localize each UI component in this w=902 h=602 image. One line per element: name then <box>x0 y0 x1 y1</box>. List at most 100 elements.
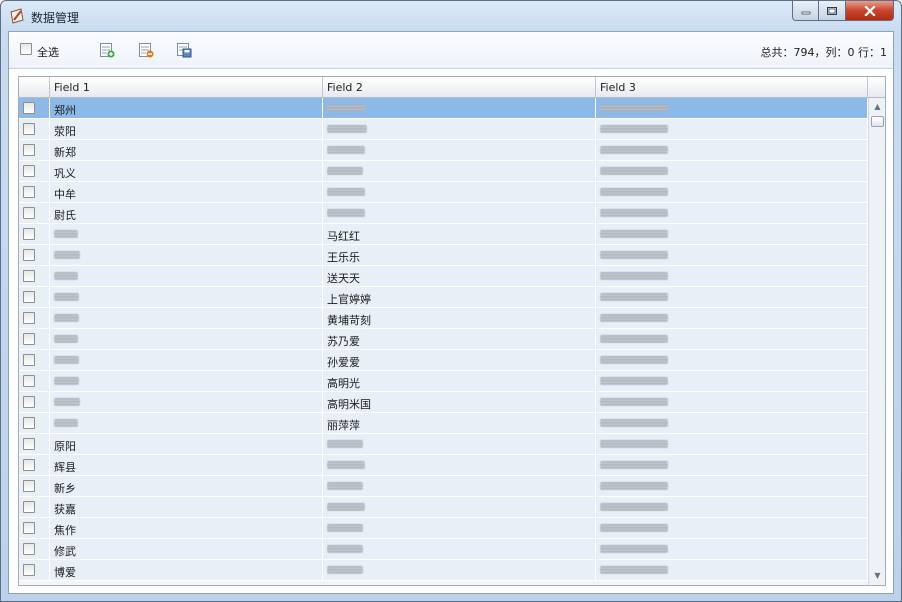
table-cell-field-3[interactable] <box>596 161 868 181</box>
table-cell-field-1[interactable]: 中牟 <box>50 182 323 202</box>
table-cell-field-2[interactable]: 送天天 <box>323 266 596 286</box>
row-checkbox[interactable] <box>23 123 35 135</box>
header-field-1[interactable]: Field 1 <box>50 77 323 98</box>
table-cell-field-2[interactable] <box>323 140 596 160</box>
table-cell-field-2[interactable] <box>323 161 596 181</box>
table-row[interactable]: 马红红 <box>19 224 868 245</box>
row-checkbox[interactable] <box>23 228 35 240</box>
table-cell-field-2[interactable]: 上官婷婷 <box>323 287 596 307</box>
header-field-3[interactable]: Field 3 <box>596 77 868 98</box>
table-cell-field-3[interactable] <box>596 266 868 286</box>
table-cell-field-3[interactable] <box>596 182 868 202</box>
table-row[interactable]: 中牟 <box>19 182 868 203</box>
table-cell-field-1[interactable] <box>50 371 323 391</box>
close-button[interactable] <box>846 1 894 21</box>
table-row[interactable]: 丽萍萍 <box>19 413 868 434</box>
table-row[interactable]: 新乡 <box>19 476 868 497</box>
table-row[interactable]: 辉县 <box>19 455 868 476</box>
header-checkbox-column[interactable] <box>19 77 50 98</box>
table-cell-field-2[interactable] <box>323 203 596 223</box>
table-cell-field-1[interactable] <box>50 287 323 307</box>
table-cell-field-1[interactable]: 尉氏 <box>50 203 323 223</box>
table-cell-field-3[interactable] <box>596 308 868 328</box>
row-checkbox[interactable] <box>23 564 35 576</box>
table-cell-field-2[interactable] <box>323 119 596 139</box>
maximize-button[interactable] <box>819 1 846 21</box>
add-record-icon[interactable] <box>99 42 115 58</box>
table-cell-field-2[interactable] <box>323 455 596 475</box>
table-cell-field-2[interactable]: 黄埔苛刻 <box>323 308 596 328</box>
table-row[interactable]: 巩义 <box>19 161 868 182</box>
table-cell-field-3[interactable] <box>596 203 868 223</box>
table-cell-field-3[interactable] <box>596 119 868 139</box>
table-row[interactable]: 郑州 <box>19 98 868 119</box>
scroll-down-icon[interactable]: ▼ <box>871 569 884 583</box>
row-checkbox[interactable] <box>23 501 35 513</box>
row-checkbox[interactable] <box>23 333 35 345</box>
table-cell-field-1[interactable] <box>50 392 323 412</box>
table-cell-field-2[interactable] <box>323 476 596 496</box>
table-cell-field-3[interactable] <box>596 371 868 391</box>
table-cell-field-3[interactable] <box>596 329 868 349</box>
row-checkbox[interactable] <box>23 186 35 198</box>
table-row[interactable]: 送天天 <box>19 266 868 287</box>
row-checkbox[interactable] <box>23 459 35 471</box>
table-cell-field-1[interactable]: 郑州 <box>50 98 323 118</box>
table-cell-field-3[interactable] <box>596 224 868 244</box>
table-row[interactable]: 黄埔苛刻 <box>19 308 868 329</box>
table-cell-field-2[interactable]: 苏乃爱 <box>323 329 596 349</box>
table-row[interactable]: 王乐乐 <box>19 245 868 266</box>
table-cell-field-1[interactable]: 新乡 <box>50 476 323 496</box>
table-cell-field-2[interactable]: 丽萍萍 <box>323 413 596 433</box>
header-field-2[interactable]: Field 2 <box>323 77 596 98</box>
table-cell-field-1[interactable]: 焦作 <box>50 518 323 538</box>
table-cell-field-3[interactable] <box>596 476 868 496</box>
row-checkbox[interactable] <box>23 522 35 534</box>
row-checkbox[interactable] <box>23 480 35 492</box>
table-row[interactable]: 孙爱爱 <box>19 350 868 371</box>
table-row[interactable]: 高明光 <box>19 371 868 392</box>
row-checkbox[interactable] <box>23 291 35 303</box>
save-record-icon[interactable] <box>176 42 192 58</box>
row-checkbox[interactable] <box>23 543 35 555</box>
table-row[interactable]: 荥阳 <box>19 119 868 140</box>
table-row[interactable]: 新郑 <box>19 140 868 161</box>
table-cell-field-2[interactable] <box>323 434 596 454</box>
table-cell-field-2[interactable] <box>323 182 596 202</box>
table-cell-field-2[interactable] <box>323 98 596 118</box>
table-cell-field-3[interactable] <box>596 413 868 433</box>
table-cell-field-1[interactable] <box>50 266 323 286</box>
table-cell-field-1[interactable] <box>50 308 323 328</box>
table-row[interactable]: 苏乃爱 <box>19 329 868 350</box>
table-row[interactable]: 高明米国 <box>19 392 868 413</box>
select-all-label[interactable]: 全选 <box>37 44 59 60</box>
row-checkbox[interactable] <box>23 207 35 219</box>
table-row[interactable]: 获嘉 <box>19 497 868 518</box>
table-cell-field-3[interactable] <box>596 560 868 580</box>
minimize-button[interactable] <box>792 1 819 21</box>
table-cell-field-3[interactable] <box>596 350 868 370</box>
table-cell-field-1[interactable] <box>50 245 323 265</box>
table-cell-field-3[interactable] <box>596 140 868 160</box>
table-cell-field-2[interactable]: 孙爱爱 <box>323 350 596 370</box>
table-cell-field-1[interactable] <box>50 329 323 349</box>
row-checkbox[interactable] <box>23 438 35 450</box>
table-row[interactable]: 博爱 <box>19 560 868 581</box>
table-cell-field-1[interactable]: 巩义 <box>50 161 323 181</box>
row-checkbox[interactable] <box>23 102 35 114</box>
row-checkbox[interactable] <box>23 165 35 177</box>
table-cell-field-3[interactable] <box>596 434 868 454</box>
table-cell-field-3[interactable] <box>596 98 868 118</box>
table-cell-field-3[interactable] <box>596 539 868 559</box>
table-cell-field-1[interactable]: 获嘉 <box>50 497 323 517</box>
table-cell-field-2[interactable] <box>323 560 596 580</box>
row-checkbox[interactable] <box>23 396 35 408</box>
table-cell-field-2[interactable]: 高明米国 <box>323 392 596 412</box>
table-row[interactable]: 原阳 <box>19 434 868 455</box>
table-cell-field-1[interactable]: 新郑 <box>50 140 323 160</box>
table-cell-field-2[interactable]: 马红红 <box>323 224 596 244</box>
table-cell-field-3[interactable] <box>596 392 868 412</box>
table-cell-field-3[interactable] <box>596 518 868 538</box>
table-cell-field-1[interactable]: 修武 <box>50 539 323 559</box>
table-row[interactable]: 焦作 <box>19 518 868 539</box>
